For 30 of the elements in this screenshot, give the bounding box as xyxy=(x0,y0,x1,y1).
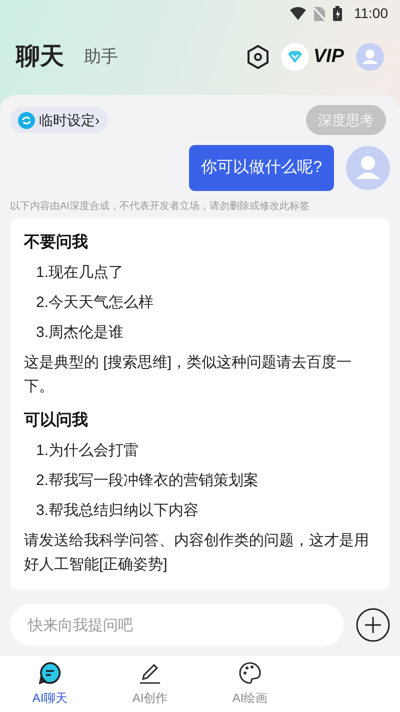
no-sim-icon xyxy=(314,6,325,21)
answer-list-item: 2.帮我写一段冲锋衣的营销策划案 xyxy=(35,471,260,491)
pen-icon xyxy=(138,661,162,685)
palette-icon xyxy=(238,661,262,685)
avatar-icon xyxy=(346,146,390,190)
plus-icon[interactable] xyxy=(356,608,390,642)
temp-settings-button[interactable]: 临时设定› xyxy=(10,107,108,133)
answer-heading: 不要问我 xyxy=(24,232,89,253)
disclaimer-text: 以下内容由AI深度合成，不代表开发者立场，请勿删除或修改此标签 xyxy=(10,200,310,214)
status-time: 11:00 xyxy=(354,4,388,24)
answer-list-item: 2.今天天气怎么样 xyxy=(35,293,155,313)
wifi-icon xyxy=(290,7,306,20)
refresh-icon xyxy=(18,112,35,128)
answer-list-item: 1.现在几点了 xyxy=(35,263,125,283)
user-message: 你可以做什么呢? xyxy=(189,145,334,191)
header-tab[interactable]: 助手 xyxy=(84,44,118,70)
vip-label[interactable]: VIP xyxy=(313,42,344,72)
settings-icon[interactable] xyxy=(247,45,270,70)
chat-bubble-icon xyxy=(38,661,62,685)
nav-tab[interactable]: AI创作 xyxy=(100,656,200,712)
nav-tab[interactable]: AI聊天 xyxy=(0,656,100,712)
battery-icon xyxy=(333,6,342,22)
answer-list-item: 1.为什么会打雷 xyxy=(35,441,140,461)
nav-tab[interactable]: AI绘画 xyxy=(200,656,300,712)
answer-list-item: 3.帮我总结归纳以下内容 xyxy=(35,501,200,521)
answer-list-item: 3.周杰伦是谁 xyxy=(35,323,125,343)
answer-heading: 可以问我 xyxy=(24,410,89,431)
answer-paragraph: 这是典型的 [搜索思维]，类似这种问题请去百度一下。 xyxy=(24,353,353,397)
header-tab[interactable]: 聊天 xyxy=(16,39,64,76)
answer-paragraph: 请发送给我科学问答、内容创作类的问题，这才是用好人工智能[正确姿势] xyxy=(24,531,370,575)
